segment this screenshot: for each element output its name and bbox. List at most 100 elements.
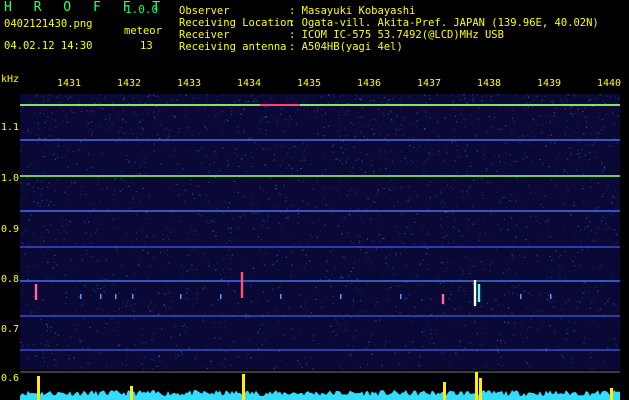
noise-speck: [279, 350, 281, 352]
noise-speck: [549, 256, 551, 258]
noise-speck: [238, 165, 240, 168]
noise-speck: [350, 355, 352, 357]
noise-speck: [214, 117, 216, 119]
noise-speck: [194, 156, 196, 158]
noise-speck: [611, 337, 613, 339]
noise-speck: [78, 296, 80, 298]
noise-speck: [570, 147, 572, 149]
noise-speck: [606, 300, 608, 302]
noise-speck: [535, 236, 537, 238]
noise-speck: [305, 99, 307, 101]
noise-speck: [562, 355, 564, 357]
noise-speck: [383, 112, 385, 114]
noise-speck: [196, 293, 198, 295]
noise-speck: [278, 320, 280, 323]
noise-speck: [280, 224, 282, 226]
noise-speck: [101, 218, 103, 220]
noise-speck: [246, 353, 248, 355]
noise-speck: [150, 301, 152, 303]
meteor-echo-minor: [550, 294, 552, 299]
noise-speck: [526, 337, 528, 339]
noise-speck: [324, 168, 327, 171]
noise-speck: [496, 345, 498, 347]
noise-speck: [387, 288, 389, 290]
noise-speck: [401, 128, 403, 130]
noise-speck: [91, 255, 93, 257]
noise-speck: [126, 302, 129, 304]
noise-speck: [523, 135, 525, 137]
noise-speck: [603, 216, 605, 218]
noise-speck: [237, 131, 239, 133]
noise-speck: [192, 304, 194, 306]
noise-speck: [425, 145, 427, 147]
noise-speck: [509, 154, 511, 156]
noise-speck: [536, 124, 539, 126]
noise-speck: [151, 309, 153, 311]
noise-speck: [550, 141, 552, 143]
meteor-label: meteor: [124, 25, 162, 37]
noise-speck: [615, 196, 617, 199]
noise-speck: [291, 204, 293, 206]
noise-speck: [396, 226, 398, 228]
noise-speck: [435, 333, 438, 335]
noise-speck: [348, 190, 350, 192]
noise-speck: [54, 190, 56, 192]
noise-speck: [172, 155, 174, 157]
noise-speck: [114, 178, 116, 180]
noise-speck: [419, 283, 422, 285]
noise-speck: [56, 264, 58, 266]
noise-speck: [112, 282, 115, 284]
noise-speck: [166, 367, 168, 369]
noise-speck: [82, 275, 84, 277]
noise-speck: [591, 240, 593, 242]
noise-speck: [369, 100, 371, 102]
noise-speck: [591, 133, 593, 135]
x-tick-1435: 1435: [296, 78, 322, 89]
noise-speck: [574, 269, 576, 272]
noise-speck: [532, 136, 534, 138]
noise-speck: [122, 107, 124, 109]
noise-speck: [221, 94, 223, 96]
noise-speck: [26, 304, 28, 306]
noise-speck: [550, 277, 552, 279]
noise-speck: [122, 188, 124, 190]
noise-speck: [398, 362, 400, 364]
noise-speck: [80, 194, 82, 196]
noise-speck: [81, 367, 83, 369]
noise-speck: [98, 102, 100, 104]
y-tick-0-8: 0.8: [1, 274, 20, 285]
noise-speck: [425, 101, 427, 104]
noise-speck: [73, 357, 75, 359]
noise-speck: [346, 354, 348, 356]
y-tick-0-9: 0.9: [1, 224, 20, 235]
noise-speck: [371, 128, 373, 130]
noise-speck: [557, 346, 559, 348]
noise-speck: [209, 164, 211, 166]
noise-speck: [32, 311, 34, 313]
noise-speck: [364, 208, 367, 211]
noise-speck: [178, 131, 180, 133]
noise-speck: [429, 98, 431, 100]
noise-speck: [103, 286, 105, 288]
noise-speck: [153, 359, 155, 361]
noise-speck: [199, 194, 201, 196]
noise-speck: [172, 369, 174, 370]
noise-speck: [280, 211, 282, 213]
noise-speck: [307, 309, 309, 311]
noise-speck: [40, 193, 42, 196]
noise-speck: [596, 325, 598, 327]
noise-speck: [312, 221, 314, 224]
noise-speck: [481, 100, 483, 102]
noise-speck: [487, 321, 489, 323]
noise-speck: [34, 343, 36, 345]
noise-speck: [462, 235, 464, 237]
noise-speck: [38, 308, 40, 310]
noise-speck: [215, 154, 217, 156]
noise-speck: [41, 188, 43, 190]
noise-speck: [524, 152, 526, 154]
noise-speck: [279, 281, 281, 283]
noise-speck: [63, 230, 65, 232]
noise-speck: [260, 120, 262, 122]
noise-speck: [227, 227, 230, 229]
noise-speck: [422, 334, 424, 336]
